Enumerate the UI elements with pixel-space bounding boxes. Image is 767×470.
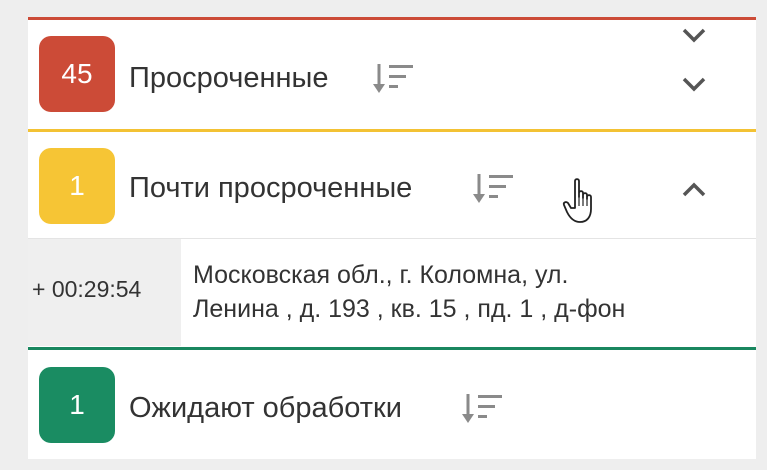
- sort-descending-icon[interactable]: [471, 168, 519, 208]
- hand-pointer-icon: [562, 178, 592, 223]
- order-address: Московская обл., г. Коломна, ул. Ленина …: [193, 258, 749, 326]
- address-line-1: Московская обл., г. Коломна, ул.: [193, 261, 569, 289]
- sort-descending-icon[interactable]: [371, 58, 419, 98]
- order-row[interactable]: + 00:29:54 Московская обл., г. Коломна, …: [28, 238, 756, 346]
- group-title: Почти просроченные: [129, 172, 413, 204]
- count-badge: 1: [39, 367, 115, 443]
- group-overdue[interactable]: 45 Просроченные: [28, 17, 756, 129]
- group-almost-overdue[interactable]: 1 Почти просроченные: [28, 129, 756, 237]
- order-timer: + 00:29:54: [32, 276, 142, 302]
- chevron-down-icon[interactable]: [676, 17, 712, 53]
- count-badge: 1: [39, 148, 115, 224]
- count-badge: 45: [39, 36, 115, 112]
- group-waiting[interactable]: 1 Ожидают обработки: [28, 347, 756, 459]
- address-line-2: Ленина , д. 193 , кв. 15 , пд. 1 , д-фон: [193, 295, 626, 323]
- group-title: Ожидают обработки: [129, 392, 402, 424]
- timer-cell: + 00:29:54: [28, 239, 181, 346]
- sort-descending-icon[interactable]: [460, 388, 508, 428]
- chevron-down-icon[interactable]: [676, 66, 712, 102]
- order-groups-panel: 45 Просроченные 1 Почти просроченные + 0…: [28, 17, 756, 459]
- group-title: Просроченные: [129, 62, 329, 94]
- chevron-up-icon[interactable]: [676, 172, 712, 208]
